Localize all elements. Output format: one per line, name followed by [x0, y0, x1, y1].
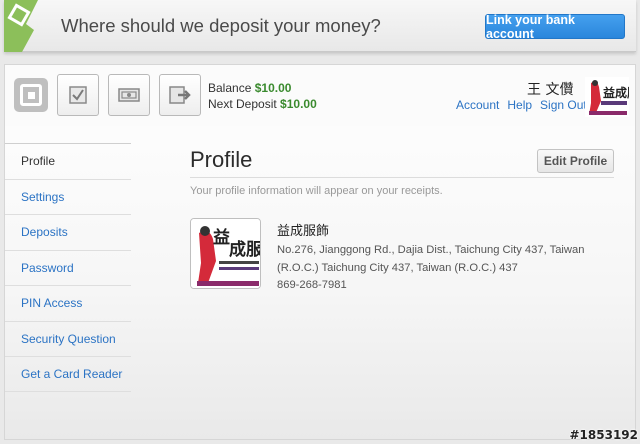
- svg-text:益: 益: [213, 227, 230, 248]
- account-link[interactable]: Account: [456, 98, 499, 112]
- sign-out-link[interactable]: Sign Out: [540, 98, 587, 112]
- sidebar-item-settings[interactable]: Settings: [5, 178, 131, 215]
- address-line-2: (R.O.C.) Taichung City 437, Taiwan (R.O.…: [277, 261, 518, 274]
- logo-glyph: 益成服: [603, 85, 629, 100]
- sidebar-item-pin-access[interactable]: PIN Access: [5, 285, 131, 321]
- checklist-icon[interactable]: [57, 74, 99, 116]
- address-line-1: No.276, Jianggong Rd., Dajia Dist., Taic…: [277, 244, 585, 256]
- help-link[interactable]: Help: [507, 98, 532, 112]
- account-links: Account Help Sign Out: [456, 98, 595, 112]
- user-name: 王 文儹: [527, 82, 574, 98]
- deposit-banner: Where should we deposit your money? Link…: [4, 0, 636, 52]
- sidebar-item-password[interactable]: Password: [5, 249, 131, 286]
- balance-value: $10.00: [254, 81, 292, 95]
- sidebar-item-security-question[interactable]: Security Question: [5, 320, 131, 357]
- image-watermark: #1853192: [569, 428, 638, 442]
- header-bar: Balance $10.00 Next Deposit $10.00 王 文儹 …: [5, 65, 635, 126]
- transfer-arrow-icon[interactable]: [159, 74, 201, 116]
- dashboard-panel: Balance $10.00 Next Deposit $10.00 王 文儹 …: [4, 64, 636, 440]
- next-deposit-value: $10.00: [280, 97, 317, 111]
- edit-profile-button[interactable]: Edit Profile: [537, 149, 614, 173]
- sidebar-item-profile[interactable]: Profile: [5, 143, 131, 179]
- profile-hint: Your profile information will appear on …: [190, 185, 443, 197]
- svg-text:成服: 成服: [229, 239, 261, 260]
- sidebar-item-card-reader[interactable]: Get a Card Reader: [5, 356, 131, 392]
- title-divider: [190, 177, 614, 178]
- business-name: 益成服飾: [277, 224, 330, 239]
- business-logo-small[interactable]: 益成服: [585, 77, 629, 117]
- phone-number: 869-268-7981: [277, 279, 347, 291]
- link-bank-account-button[interactable]: Link your bank account: [485, 13, 625, 41]
- square-logo-icon[interactable]: [14, 78, 48, 112]
- balance-label: Balance: [208, 81, 252, 95]
- business-address: No.276, Jianggong Rd., Dajia Dist., Taic…: [277, 242, 584, 295]
- cash-register-icon[interactable]: [108, 74, 150, 116]
- page-title: Profile: [190, 147, 253, 172]
- balance-summary: Balance $10.00 Next Deposit $10.00: [208, 80, 317, 112]
- banner-message: Where should we deposit your money?: [61, 15, 381, 36]
- business-logo-large: 益 成服: [190, 218, 261, 289]
- next-deposit-label: Next Deposit: [208, 97, 277, 111]
- sidebar-item-deposits[interactable]: Deposits: [5, 214, 131, 250]
- settings-sidebar: Profile Settings Deposits Password PIN A…: [5, 143, 131, 392]
- square-brand-corner-icon: [4, 0, 38, 52]
